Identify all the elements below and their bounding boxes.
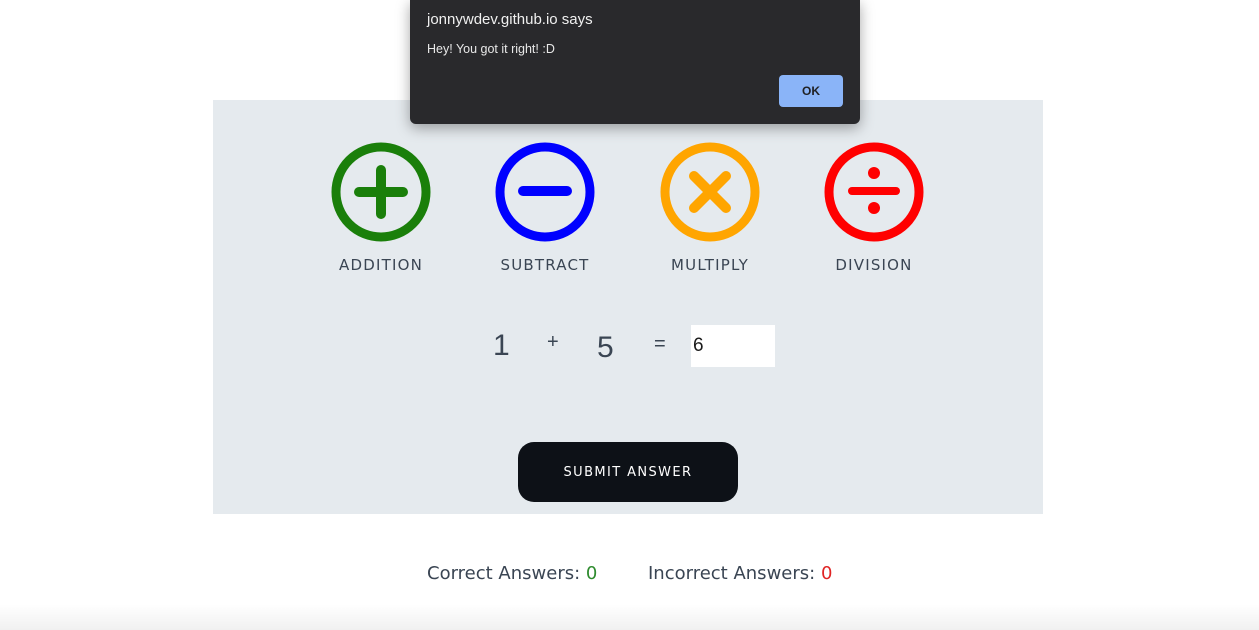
dialog-ok-button[interactable]: OK <box>779 75 843 107</box>
incorrect-answers-count: 0 <box>820 563 833 584</box>
operator-symbol: + <box>547 331 559 353</box>
minus-circle-icon <box>495 142 595 242</box>
equation-row: 1 + 5 = <box>213 325 1043 367</box>
operation-selector: ADDITION SUBTRACT MULTIPLY DIVISION <box>213 100 1043 280</box>
multiply-button[interactable]: MULTIPLY <box>640 142 780 274</box>
incorrect-answers-label: Incorrect Answers: <box>648 563 816 584</box>
subtract-button[interactable]: SUBTRACT <box>475 142 615 274</box>
submit-answer-button[interactable]: SUBMIT ANSWER <box>518 442 738 502</box>
left-operand: 1 <box>493 329 510 362</box>
multiply-label: MULTIPLY <box>671 256 749 274</box>
correct-answers-label: Correct Answers: <box>427 563 581 584</box>
times-circle-icon <box>660 142 760 242</box>
game-panel: ADDITION SUBTRACT MULTIPLY DIVISION 1 + … <box>213 100 1043 514</box>
score-summary: Correct Answers: 0 Incorrect Answers: 0 <box>0 563 1259 589</box>
addition-label: ADDITION <box>339 256 423 274</box>
correct-answers-score: Correct Answers: 0 <box>427 563 597 584</box>
division-label: DIVISION <box>835 256 913 274</box>
incorrect-answers-score: Incorrect Answers: 0 <box>648 563 832 584</box>
divide-circle-icon <box>824 142 924 242</box>
answer-input[interactable] <box>691 325 775 367</box>
equals-symbol: = <box>654 333 666 355</box>
division-button[interactable]: DIVISION <box>804 142 944 274</box>
footer-shadow <box>0 604 1259 630</box>
correct-answers-count: 0 <box>585 563 598 584</box>
dialog-title: jonnywdev.github.io says <box>427 11 593 28</box>
alert-dialog: jonnywdev.github.io says Hey! You got it… <box>410 0 860 124</box>
addition-button[interactable]: ADDITION <box>311 142 451 274</box>
dialog-message: Hey! You got it right! :D <box>427 42 555 56</box>
plus-circle-icon <box>331 142 431 242</box>
right-operand: 5 <box>597 331 614 364</box>
subtract-label: SUBTRACT <box>500 256 590 274</box>
